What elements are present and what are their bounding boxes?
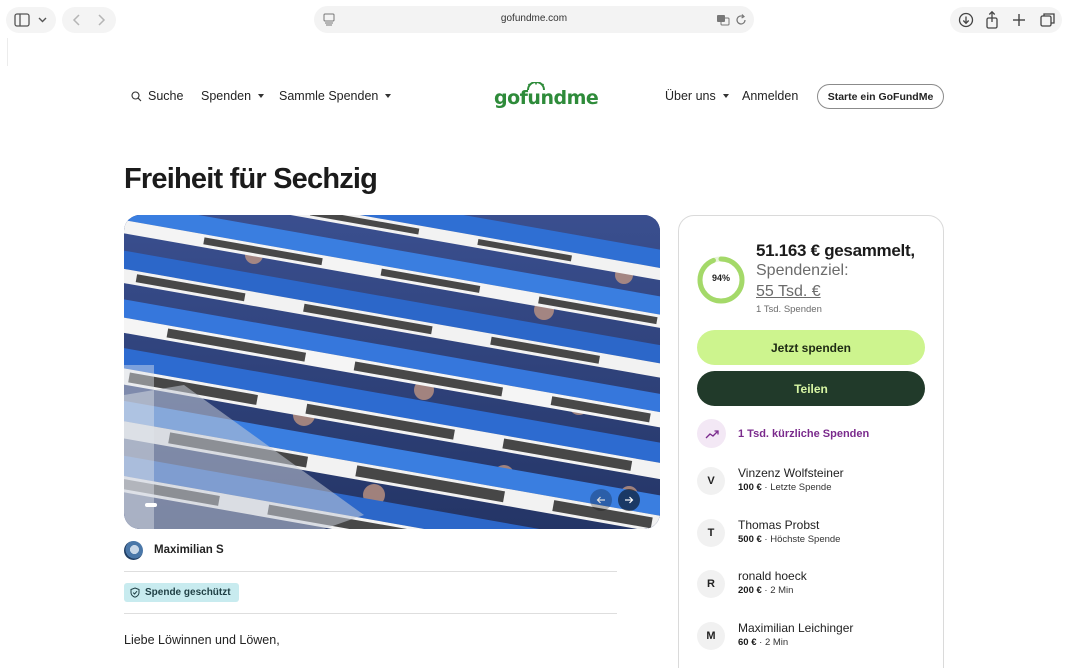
nav-login-label: Anmelden bbox=[742, 89, 799, 103]
arrow-left-icon bbox=[596, 496, 605, 504]
start-gofundme-button[interactable]: Starte ein GoFundMe bbox=[817, 84, 944, 109]
carousel-next-button[interactable] bbox=[618, 489, 640, 511]
recent-donations-label: 1 Tsd. kürzliche Spenden bbox=[738, 427, 870, 440]
donor-note: · Letzte Spende bbox=[761, 482, 832, 493]
donor-note: · 2 Min bbox=[761, 585, 794, 596]
donation-card: 94% 51.163 € gesammelt, Spendenziel: 55 … bbox=[678, 215, 944, 668]
sidebar-icon bbox=[14, 13, 47, 27]
donation-protected-badge[interactable]: Spende geschützt bbox=[124, 583, 239, 602]
donor-amount: 200 € bbox=[738, 585, 762, 596]
chevron-down-icon bbox=[722, 94, 729, 98]
carousel-prev-button[interactable] bbox=[590, 489, 612, 511]
nav-fundraise-menu[interactable]: Sammle Spenden bbox=[279, 89, 392, 103]
tab-overview-icon[interactable] bbox=[1040, 13, 1055, 27]
share-button[interactable]: Teilen bbox=[697, 371, 925, 406]
share-icon[interactable] bbox=[986, 10, 998, 29]
divider bbox=[124, 613, 617, 614]
donations-count: 1 Tsd. Spenden bbox=[756, 304, 822, 315]
donor-row: M Maximilian Leichinger 60 € · 2 Min bbox=[697, 621, 853, 650]
toolbar-actions bbox=[950, 7, 1062, 33]
donor-name: ronald hoeck bbox=[738, 569, 807, 583]
campaign-hero-image[interactable] bbox=[124, 215, 660, 529]
shield-icon bbox=[130, 587, 140, 598]
organizer-name[interactable]: Maximilian S bbox=[154, 544, 224, 556]
nav-donate-label: Spenden bbox=[201, 89, 252, 103]
donor-row: T Thomas Probst 500 € · Höchste Spende bbox=[697, 518, 840, 547]
browser-toolbar: gofundme.com bbox=[0, 0, 1068, 38]
donor-name: Maximilian Leichinger bbox=[738, 621, 854, 635]
search-icon bbox=[131, 90, 142, 101]
amount-raised: 51.163 € gesammelt, bbox=[756, 241, 915, 260]
donor-note: · Höchste Spende bbox=[761, 534, 841, 545]
arrow-right-icon bbox=[625, 496, 634, 504]
history-navigation bbox=[62, 7, 116, 33]
donor-avatar: R bbox=[697, 569, 725, 598]
new-tab-icon[interactable] bbox=[1013, 14, 1025, 26]
donor-amount: 500 € bbox=[738, 534, 762, 545]
chevron-down-icon bbox=[385, 94, 392, 98]
nav-donate-menu[interactable]: Spenden bbox=[201, 89, 265, 103]
logo-text: gofundme bbox=[494, 87, 599, 109]
donor-amount: 100 € bbox=[738, 482, 762, 493]
nav-search[interactable]: Suche bbox=[131, 89, 183, 103]
nav-fundraise-label: Sammle Spenden bbox=[279, 89, 379, 103]
sidebar-toggle-button[interactable] bbox=[6, 7, 56, 33]
url-text: gofundme.com bbox=[500, 13, 568, 24]
progress-percent: 94% bbox=[711, 273, 730, 283]
donor-row: V Vinzenz Wolfsteiner 100 € · Letzte Spe… bbox=[697, 466, 844, 495]
translate-icon[interactable] bbox=[716, 13, 730, 27]
donate-now-button[interactable]: Jetzt spenden bbox=[697, 330, 925, 365]
gofundme-logo[interactable]: gofundme bbox=[494, 82, 599, 110]
donor-amount: 60 € bbox=[738, 637, 757, 648]
nav-search-label: Suche bbox=[148, 89, 184, 103]
organizer-avatar[interactable] bbox=[124, 541, 143, 560]
window-edge bbox=[0, 38, 8, 66]
goal-value: 55 Tsd. € bbox=[756, 283, 821, 300]
badge-label: Spende geschützt bbox=[145, 587, 231, 598]
forward-icon[interactable] bbox=[98, 14, 106, 26]
nav-login[interactable]: Anmelden bbox=[742, 89, 798, 103]
back-icon[interactable] bbox=[72, 14, 80, 26]
donor-avatar: T bbox=[697, 518, 725, 547]
trending-up-icon bbox=[697, 419, 726, 448]
goal-label: Spendenziel: bbox=[756, 262, 849, 279]
recent-donations-link[interactable]: 1 Tsd. kürzliche Spenden bbox=[697, 419, 869, 448]
chevron-down-icon bbox=[258, 94, 265, 98]
donor-note: · 2 Min bbox=[756, 637, 789, 648]
donor-name: Vinzenz Wolfsteiner bbox=[738, 466, 844, 480]
campaign-title: Freiheit für Sechzig bbox=[124, 163, 378, 195]
divider bbox=[124, 571, 617, 572]
story-greeting: Liebe Löwinnen und Löwen, bbox=[124, 633, 280, 647]
nav-about-label: Über uns bbox=[665, 89, 716, 103]
donor-avatar: V bbox=[697, 466, 725, 495]
donor-row: R ronald hoeck 200 € · 2 Min bbox=[697, 569, 807, 598]
donor-avatar: M bbox=[697, 621, 725, 650]
carousel-indicator[interactable] bbox=[145, 503, 157, 507]
nav-about-menu[interactable]: Über uns bbox=[665, 89, 729, 103]
donor-name: Thomas Probst bbox=[738, 518, 820, 532]
reload-icon[interactable] bbox=[734, 13, 748, 27]
address-bar[interactable]: gofundme.com bbox=[314, 6, 754, 33]
hero-photo bbox=[124, 215, 660, 529]
downloads-icon[interactable] bbox=[958, 12, 974, 28]
